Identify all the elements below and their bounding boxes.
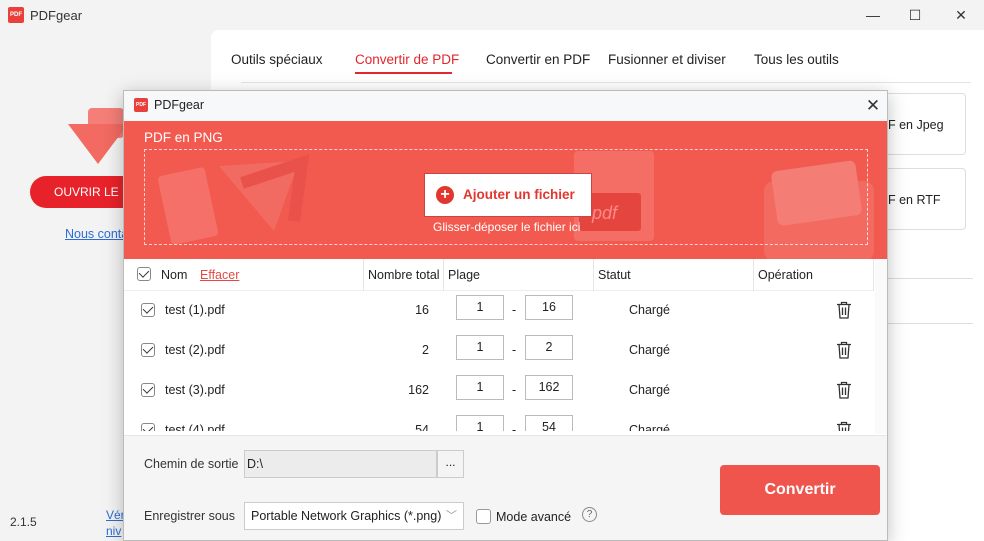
file-status: Chargé (629, 343, 670, 357)
tabs-divider (241, 82, 971, 83)
pdfgear-logo-icon: PDF (8, 7, 24, 23)
output-path-field[interactable]: D:\ (244, 450, 437, 478)
file-total-pages: 16 (415, 303, 429, 317)
column-operation: Opération (758, 268, 813, 282)
column-status: Statut (598, 268, 631, 282)
column-separator (753, 259, 754, 291)
range-to-input[interactable]: 16 (525, 295, 573, 320)
convert-button[interactable]: Convertir (720, 465, 880, 515)
divider (888, 323, 973, 324)
column-total: Nombre total (368, 268, 440, 282)
range-from-input[interactable]: 1 (456, 335, 504, 360)
row-checkbox[interactable] (141, 383, 155, 397)
output-path-label: Chemin de sortie (144, 457, 239, 471)
range-separator: - (512, 383, 517, 397)
tab-fusionner-diviser[interactable]: Fusionner et diviser (608, 52, 726, 67)
title-bar: PDF PDFgear — ☐ ✕ (0, 0, 984, 30)
active-tab-indicator (355, 72, 452, 74)
plus-circle-icon: + (436, 186, 454, 204)
file-name: test (3).pdf (165, 383, 225, 397)
range-to-input[interactable]: 54 (525, 415, 573, 431)
table-row: test (3).pdf 162 1 - 162 Chargé (124, 371, 887, 411)
range-from-input[interactable]: 1 (456, 295, 504, 320)
select-all-checkbox[interactable] (137, 267, 151, 281)
chevron-down-icon: ﹀ (446, 510, 457, 522)
format-select[interactable]: Portable Network Graphics (*.png) ﹀ (244, 502, 464, 530)
dialog-close-button[interactable]: ✕ (859, 93, 887, 119)
banner-title: PDF en PNG (144, 130, 223, 145)
trash-icon[interactable] (836, 381, 852, 399)
format-select-value: Portable Network Graphics (*.png) (251, 509, 442, 523)
trash-icon[interactable] (836, 421, 852, 431)
drop-banner: pdf PDF en PNG + Ajouter un fichier Glis… (124, 121, 887, 259)
advanced-mode-checkbox[interactable] (476, 509, 491, 524)
table-row: test (4).pdf 54 1 - 54 Chargé (124, 411, 887, 431)
dialog-footer: Chemin de sortie D:\ ... Enregistrer sou… (124, 435, 887, 540)
file-status: Chargé (629, 383, 670, 397)
range-to-input[interactable]: 162 (525, 375, 573, 400)
tool-card-pdf-rtf[interactable]: F en RTF (880, 168, 966, 230)
column-separator (443, 259, 444, 291)
pdfgear-logo-icon: PDF (134, 98, 148, 112)
range-separator: - (512, 343, 517, 357)
trash-icon[interactable] (836, 341, 852, 359)
dialog-title-bar: PDF PDFgear ✕ (124, 91, 887, 121)
version-label: 2.1.5 (10, 515, 37, 529)
file-total-pages: 162 (408, 383, 429, 397)
advanced-mode-label: Mode avancé (496, 510, 572, 524)
row-checkbox[interactable] (141, 343, 155, 357)
drop-hint: Glisser-déposer le fichier ici (433, 220, 581, 234)
row-checkbox[interactable] (141, 303, 155, 317)
column-name: Nom (161, 268, 188, 282)
dialog-title: PDFgear (154, 98, 205, 112)
file-status: Chargé (629, 423, 670, 431)
tab-tous-les-outils[interactable]: Tous les outils (754, 52, 839, 67)
range-separator: - (512, 423, 517, 431)
tab-convertir-en-pdf[interactable]: Convertir en PDF (486, 52, 590, 67)
minimize-button[interactable]: — (850, 0, 896, 30)
convert-dialog: PDF PDFgear ✕ pdf PDF en PNG + Ajouter u… (123, 90, 888, 541)
column-separator (873, 259, 874, 291)
range-from-input[interactable]: 1 (456, 415, 504, 431)
add-file-button[interactable]: + Ajouter un fichier (424, 173, 592, 217)
column-range: Plage (448, 268, 480, 282)
file-table-header: Nom Effacer Nombre total Plage Statut Op… (124, 259, 874, 291)
file-name: test (1).pdf (165, 303, 225, 317)
trash-icon[interactable] (836, 301, 852, 319)
app-title: PDFgear (30, 8, 83, 23)
browse-button[interactable]: ... (437, 450, 464, 478)
tab-outils-speciaux[interactable]: Outils spéciaux (231, 52, 323, 67)
range-from-input[interactable]: 1 (456, 375, 504, 400)
range-separator: - (512, 303, 517, 317)
close-button[interactable]: ✕ (938, 0, 984, 30)
file-table-body: test (1).pdf 16 1 - 16 Chargé test (2).p… (124, 291, 887, 431)
table-row: test (2).pdf 2 1 - 2 Chargé (124, 331, 887, 371)
file-total-pages: 2 (422, 343, 429, 357)
help-icon[interactable]: ? (582, 507, 597, 522)
save-as-label: Enregistrer sous (144, 509, 236, 523)
table-scrollbar[interactable] (875, 259, 887, 434)
range-to-input[interactable]: 2 (525, 335, 573, 360)
clear-link[interactable]: Effacer (200, 268, 239, 282)
tab-convertir-de-pdf[interactable]: Convertir de PDF (355, 52, 459, 67)
column-separator (363, 259, 364, 291)
contact-link[interactable]: Nous conta (65, 227, 128, 241)
divider (888, 278, 973, 279)
add-file-label: Ajouter un fichier (463, 187, 575, 202)
tool-card-pdf-jpeg[interactable]: F en Jpeg (880, 93, 966, 155)
file-name: test (2).pdf (165, 343, 225, 357)
column-separator (593, 259, 594, 291)
file-status: Chargé (629, 303, 670, 317)
file-total-pages: 54 (415, 423, 429, 431)
maximize-button[interactable]: ☐ (892, 0, 938, 30)
row-checkbox[interactable] (141, 423, 155, 431)
table-row: test (1).pdf 16 1 - 16 Chargé (124, 291, 887, 331)
file-name: test (4).pdf (165, 423, 225, 431)
